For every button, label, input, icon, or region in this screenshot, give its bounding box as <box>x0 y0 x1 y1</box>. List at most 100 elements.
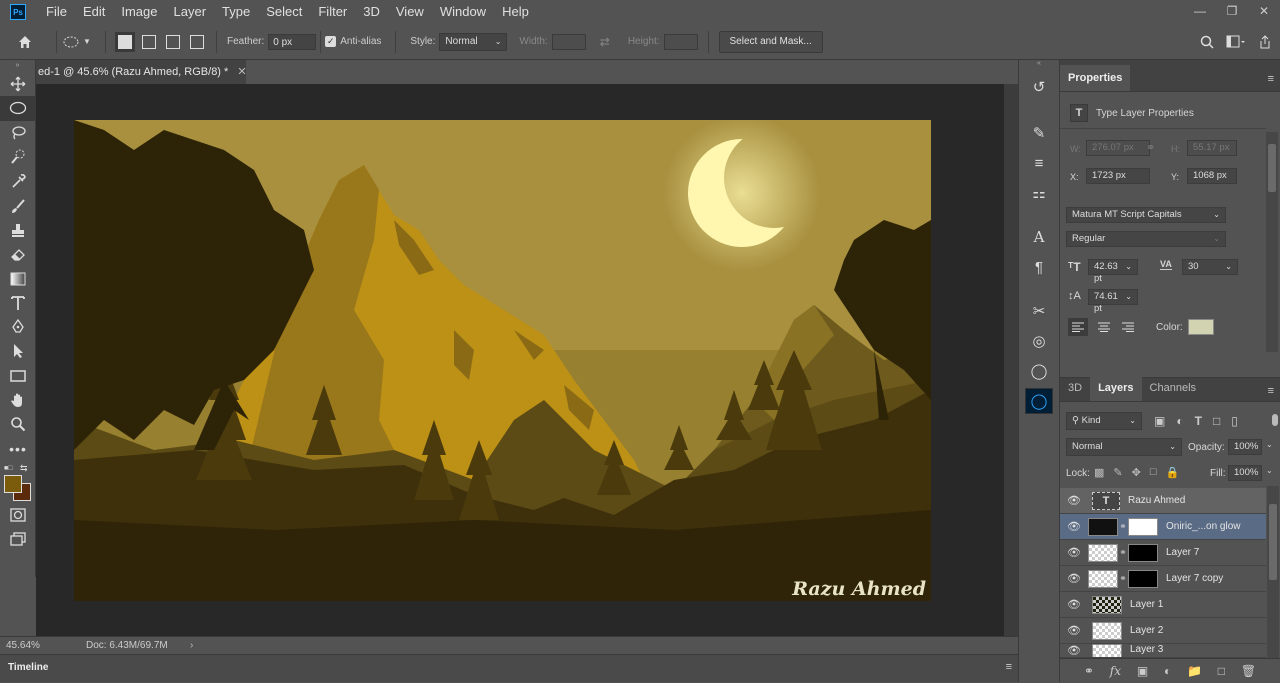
more-tools-icon[interactable]: ••• <box>0 436 36 460</box>
y-field[interactable]: 1068 px <box>1187 168 1237 184</box>
align-center-icon[interactable] <box>1094 318 1114 336</box>
plugin-icon[interactable]: ◯ <box>1025 388 1053 414</box>
swap-colors-icon[interactable]: ⇆ <box>20 463 28 474</box>
gradient-tool-icon[interactable] <box>0 266 36 290</box>
navigator-icon[interactable]: ◎ <box>1025 328 1053 354</box>
antialias-checkbox[interactable]: ✓ <box>325 36 337 47</box>
width-field[interactable]: 276.07 px <box>1086 140 1150 156</box>
canvas-artwork[interactable]: Razu Ahmed <box>74 120 931 601</box>
screen-mode-icon[interactable] <box>0 527 36 551</box>
scroll-thumb[interactable] <box>1268 144 1276 192</box>
brush-settings-icon[interactable]: ✎ <box>1025 120 1053 146</box>
add-mask-icon[interactable]: ▣ <box>1137 664 1148 678</box>
new-selection-icon[interactable] <box>115 31 135 52</box>
adjustments-icon[interactable]: ≡ <box>1025 150 1053 176</box>
align-left-icon[interactable] <box>1068 318 1088 336</box>
tool-presets-icon[interactable]: ✂ <box>1025 298 1053 324</box>
menu-view[interactable]: View <box>388 0 432 24</box>
menu-help[interactable]: Help <box>494 0 537 24</box>
link-icon[interactable]: ⚭ <box>1146 141 1155 154</box>
visibility-eye-icon[interactable]: 👁 <box>1060 644 1088 657</box>
pen-tool-icon[interactable] <box>0 315 36 339</box>
layers-scrollbar[interactable] <box>1267 486 1279 658</box>
tab-properties[interactable]: Properties <box>1060 65 1131 91</box>
collapse-icon[interactable]: » <box>0 60 35 72</box>
collapse-icon[interactable]: « <box>1019 60 1059 70</box>
layer-filter-dropdown[interactable]: ⚲ Kind ⌄ <box>1066 412 1142 430</box>
blend-mode-dropdown[interactable]: Normal ⌄ <box>1066 438 1182 456</box>
zoom-level[interactable]: 45.64% <box>0 640 70 651</box>
filter-smart-icon[interactable]: ▯ <box>1231 414 1238 428</box>
visibility-eye-icon[interactable]: 👁 <box>1060 624 1088 637</box>
history-icon[interactable]: ↺ <box>1025 74 1053 100</box>
align-right-icon[interactable] <box>1118 318 1138 336</box>
height-field[interactable]: 55.17 px <box>1187 140 1237 156</box>
subtract-from-selection-icon[interactable] <box>166 34 180 49</box>
visibility-eye-icon[interactable]: 👁 <box>1060 494 1088 507</box>
eyedropper-tool-icon[interactable] <box>0 169 36 193</box>
x-field[interactable]: 1723 px <box>1086 168 1150 184</box>
layer-row[interactable]: 👁 Layer 3 <box>1060 644 1266 658</box>
lock-artboard-icon[interactable]: □ <box>1150 466 1157 479</box>
scroll-thumb[interactable] <box>1269 504 1277 580</box>
width-input[interactable] <box>551 33 586 50</box>
search-icon[interactable] <box>1200 35 1214 49</box>
restore-icon[interactable]: ❐ <box>1216 0 1248 22</box>
properties-scrollbar[interactable] <box>1266 132 1278 352</box>
lock-position-icon[interactable]: ✥ <box>1132 466 1141 479</box>
timeline-tab[interactable]: Timeline <box>8 662 48 673</box>
chevron-down-icon[interactable]: ⌄ <box>1266 440 1273 449</box>
fill-field[interactable]: 100% <box>1228 465 1262 481</box>
close-tab-icon[interactable]: ✕ <box>237 66 246 78</box>
paragraph-icon[interactable]: ¶ <box>1025 254 1053 280</box>
add-to-selection-icon[interactable] <box>142 34 156 49</box>
quick-mask-icon[interactable] <box>0 503 36 527</box>
minimize-icon[interactable]: — <box>1184 0 1216 22</box>
layer-row[interactable]: 👁 Layer 2 <box>1060 618 1266 644</box>
menu-file[interactable]: File <box>38 0 75 24</box>
panel-menu-icon[interactable]: ≡ <box>1268 385 1274 397</box>
layer-row[interactable]: 👁 ⚭ Oniric_...on glow <box>1060 514 1266 540</box>
lock-transparent-icon[interactable]: ▩ <box>1094 466 1104 479</box>
menu-layer[interactable]: Layer <box>166 0 215 24</box>
feather-input[interactable]: 0 px <box>268 33 317 50</box>
panel-menu-icon[interactable]: ≡ <box>1006 661 1012 673</box>
layer-style-icon[interactable]: fx <box>1110 664 1121 678</box>
link-layers-icon[interactable]: ⚭ <box>1084 664 1094 678</box>
menu-type[interactable]: Type <box>214 0 258 24</box>
visibility-eye-icon[interactable]: 👁 <box>1060 598 1088 611</box>
visibility-eye-icon[interactable]: 👁 <box>1060 572 1088 585</box>
tracking-field[interactable]: 30 ⌄ <box>1182 259 1238 275</box>
chevron-right-icon[interactable]: › <box>190 640 193 651</box>
document-tab[interactable]: ed-1 @ 45.6% (Razu Ahmed, RGB/8) * ✕ <box>36 60 246 84</box>
tab-layers[interactable]: Layers <box>1090 375 1142 401</box>
layer-row[interactable]: 👁 T Razu Ahmed <box>1060 488 1266 514</box>
font-size-field[interactable]: 42.63 pt ⌄ <box>1088 259 1138 284</box>
brush-tool-icon[interactable] <box>0 193 36 217</box>
menu-select[interactable]: Select <box>258 0 310 24</box>
select-and-mask-button[interactable]: Select and Mask... <box>718 30 823 53</box>
new-layer-icon[interactable]: □ <box>1218 664 1225 678</box>
tool-preset-picker[interactable]: ▼ <box>63 36 99 48</box>
workspace-icon[interactable] <box>1226 35 1246 49</box>
text-color-swatch[interactable] <box>1188 319 1214 335</box>
menu-filter[interactable]: Filter <box>310 0 355 24</box>
font-style-dropdown[interactable]: Regular ⌄ <box>1066 231 1226 247</box>
clone-stamp-tool-icon[interactable] <box>0 218 36 242</box>
filter-toggle[interactable] <box>1272 414 1278 426</box>
font-family-dropdown[interactable]: Matura MT Script Capitals ⌄ <box>1066 207 1226 223</box>
visibility-eye-icon[interactable]: 👁 <box>1060 546 1088 559</box>
hand-tool-icon[interactable] <box>0 388 36 412</box>
share-icon[interactable] <box>1258 34 1272 49</box>
rectangle-tool-icon[interactable] <box>0 364 36 388</box>
opacity-field[interactable]: 100% <box>1228 439 1262 455</box>
home-icon[interactable] <box>0 34 50 50</box>
menu-image[interactable]: Image <box>113 0 165 24</box>
lock-all-icon[interactable]: 🔒 <box>1166 466 1180 479</box>
document-scrollbar[interactable] <box>1004 84 1018 636</box>
layer-row[interactable]: 👁 Layer 1 <box>1060 592 1266 618</box>
layer-row[interactable]: 👁 ⚭ Layer 7 copy <box>1060 566 1266 592</box>
filter-pixel-icon[interactable]: ▣ <box>1154 414 1165 428</box>
type-tool-icon[interactable] <box>0 291 36 315</box>
path-selection-tool-icon[interactable] <box>0 339 36 363</box>
